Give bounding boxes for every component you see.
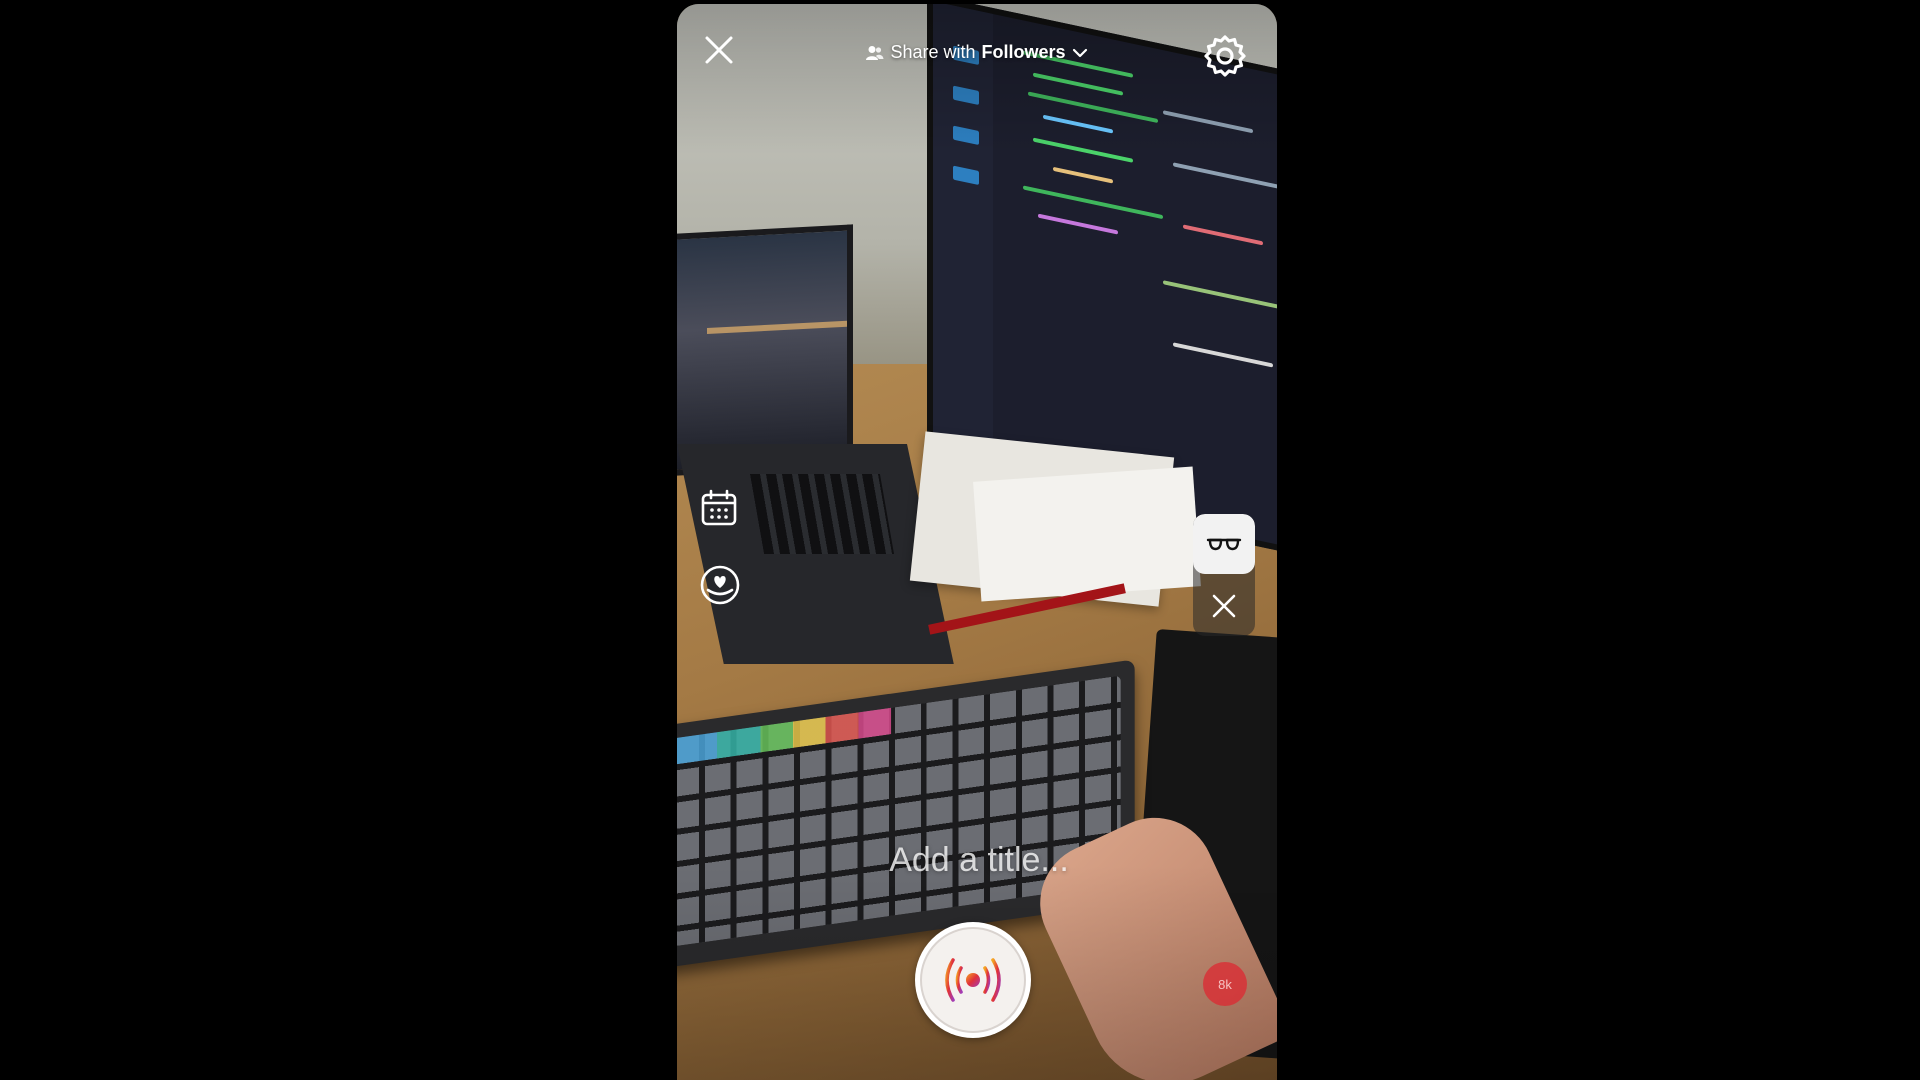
chevron-down-icon	[1072, 48, 1087, 57]
gear-icon	[1204, 35, 1246, 77]
glasses-effect-button[interactable]	[1193, 514, 1255, 574]
share-prefix: Share with	[890, 42, 976, 62]
share-audience: Followers	[981, 42, 1066, 62]
camera-preview	[677, 4, 1277, 1080]
heart-icon	[700, 565, 740, 605]
schedule-button[interactable]	[699, 488, 739, 528]
glasses-icon	[1206, 538, 1242, 551]
share-audience-selector[interactable]: Share with Followers	[677, 42, 1277, 63]
effects-panel	[1193, 514, 1255, 636]
go-live-button[interactable]	[915, 922, 1031, 1038]
fundraiser-button[interactable]	[699, 564, 741, 606]
camera-screen: Share with Followers Add a title... 8k	[677, 4, 1277, 1080]
people-icon	[866, 45, 884, 60]
close-icon	[1212, 594, 1236, 618]
broadcast-icon	[945, 958, 1001, 1002]
remove-effect-button[interactable]	[1193, 576, 1255, 636]
title-input[interactable]	[777, 840, 1181, 881]
viewer-count-badge: 8k	[1203, 962, 1247, 1006]
calendar-icon	[701, 489, 737, 526]
settings-button[interactable]	[1203, 34, 1247, 78]
